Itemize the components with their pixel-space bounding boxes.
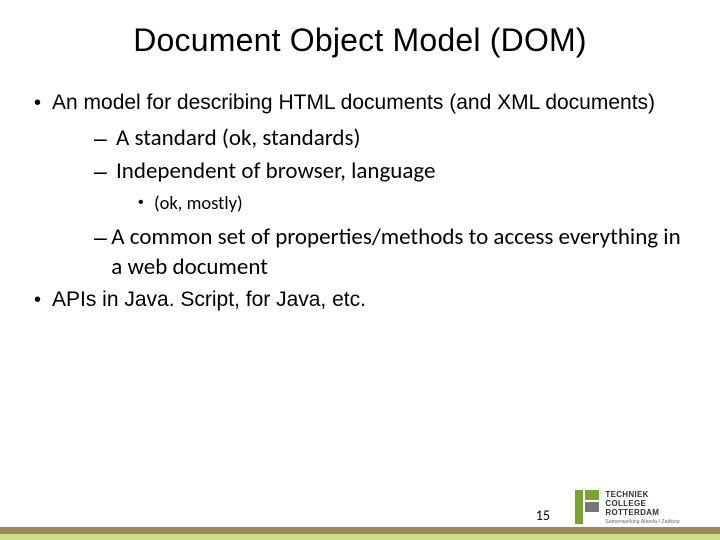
- footer-bar-dark: [0, 527, 720, 534]
- logo-text-block: TECHNIEK COLLEGE ROTTERDAM Samenwerking …: [605, 490, 680, 525]
- bullet-1: • An model for describing HTML documents…: [34, 89, 686, 117]
- logo-tagline: Samenwerking Albeda / Zadkine: [605, 519, 680, 525]
- sub-2-text: Independent of browser, language: [116, 156, 435, 186]
- bullet-dot-icon: •: [138, 190, 154, 216]
- sub-2: – Independent of browser, language: [94, 156, 686, 186]
- slide: Document Object Model (DOM) • An model f…: [0, 0, 720, 540]
- bullet-2-text: APIs in Java. Script, for Java, etc.: [52, 286, 686, 314]
- footer-bar-light: [0, 534, 720, 540]
- logo-mark-icon: [575, 490, 599, 524]
- sub-1: – A standard (ok, standards): [94, 123, 686, 153]
- sub-3: – A common set of properties/methods to …: [94, 222, 686, 282]
- subsub-1: • (ok, mostly): [138, 190, 686, 216]
- bullet-dot-icon: •: [34, 286, 52, 314]
- subsub-list: • (ok, mostly): [34, 190, 686, 216]
- page-number: 15: [536, 507, 550, 524]
- logo-line3: ROTTERDAM: [605, 508, 680, 517]
- logo-line1: TECHNIEK: [605, 490, 680, 499]
- dash-icon: –: [94, 123, 116, 153]
- slide-content: • An model for describing HTML documents…: [0, 59, 720, 314]
- dash-icon: –: [94, 156, 116, 186]
- bullet-1-text: An model for describing HTML documents (…: [52, 89, 686, 117]
- footer-bars: [0, 527, 720, 540]
- bullet-2: • APIs in Java. Script, for Java, etc.: [34, 286, 686, 314]
- logo-line2: COLLEGE: [605, 499, 680, 508]
- footer-logo: TECHNIEK COLLEGE ROTTERDAM Samenwerking …: [575, 490, 680, 525]
- subsub-1-text: (ok, mostly): [154, 190, 243, 216]
- sub-list-2: – A common set of properties/methods to …: [34, 222, 686, 282]
- sub-1-text: A standard (ok, standards): [116, 123, 360, 153]
- sub-list: – A standard (ok, standards) – Independe…: [34, 123, 686, 186]
- dash-icon: –: [94, 222, 111, 252]
- sub-3-text: A common set of properties/methods to ac…: [111, 222, 686, 282]
- slide-title: Document Object Model (DOM): [0, 0, 720, 59]
- bullet-dot-icon: •: [34, 89, 52, 117]
